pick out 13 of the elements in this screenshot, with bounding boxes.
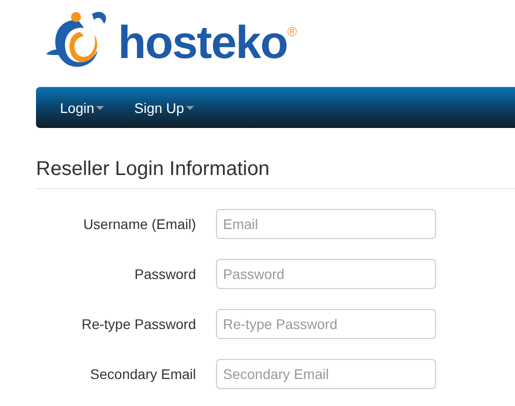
input-field[interactable]: Secondary Email: [216, 359, 436, 389]
field-label: Re-type Password: [80, 316, 196, 332]
field-label: Password: [134, 266, 196, 282]
nav-menu-item[interactable]: Sign Up: [134, 100, 194, 116]
field-label: Username (Email): [82, 216, 196, 232]
registered-mark: ®: [287, 24, 297, 39]
nav-menu-item[interactable]: Login: [60, 100, 104, 116]
input-field[interactable]: Password: [216, 259, 436, 289]
page-heading: Reseller Login Information: [36, 158, 515, 189]
logo-wordmark: hosteko: [118, 15, 288, 70]
input-field[interactable]: Re-type Password: [216, 309, 436, 339]
field-label: Secondary Email: [89, 366, 196, 382]
input-field[interactable]: Email: [216, 209, 436, 239]
